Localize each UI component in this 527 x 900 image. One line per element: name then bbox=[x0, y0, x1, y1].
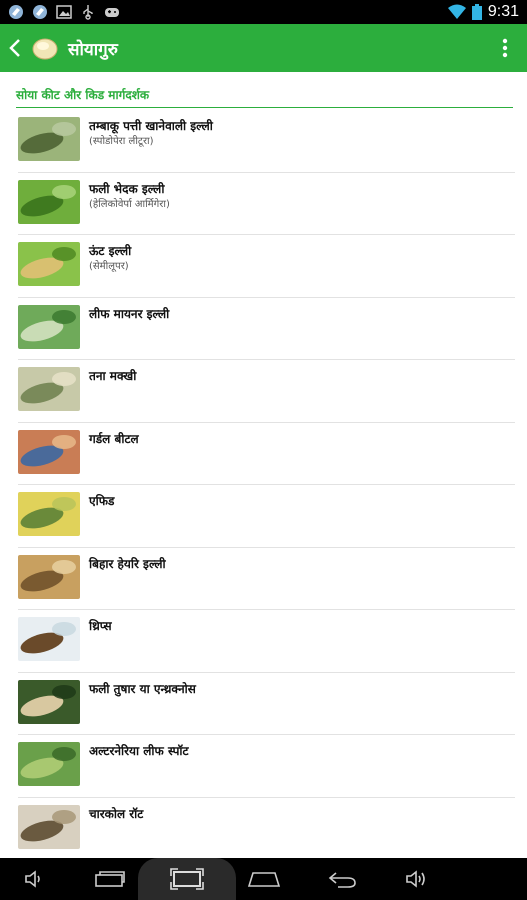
status-time: 9:31 bbox=[487, 3, 519, 20]
browser-icon bbox=[9, 5, 23, 19]
volume-down-icon bbox=[25, 870, 40, 888]
item-title: तना मक्खी bbox=[89, 369, 137, 383]
volume-up-icon bbox=[406, 870, 425, 888]
item-title: तम्बाकू पत्ती खानेवाली इल्ली bbox=[89, 119, 213, 133]
usb-icon bbox=[83, 5, 93, 20]
list-item[interactable]: तना मक्खी bbox=[18, 360, 515, 423]
list-item[interactable]: थ्रिप्स bbox=[18, 610, 515, 673]
section-header: सोया कीट और किड मार्गदर्शक bbox=[16, 86, 513, 108]
back-arrow-icon bbox=[9, 39, 20, 57]
item-title: लीफ मायनर इल्ली bbox=[89, 306, 170, 321]
battery-icon bbox=[471, 4, 482, 20]
item-title: गर्डल बीटल bbox=[89, 431, 139, 446]
list-item[interactable]: तम्बाकू पत्ती खानेवाली इल्ली (स्पोडोपेरा … bbox=[18, 110, 515, 173]
system-nav-bar bbox=[0, 858, 527, 900]
back-button[interactable] bbox=[4, 24, 26, 72]
item-title: थ्रिप्स bbox=[89, 619, 112, 633]
item-thumbnail bbox=[18, 554, 80, 599]
status-bar: 9:31 bbox=[0, 0, 527, 24]
overflow-menu-icon bbox=[502, 38, 508, 58]
item-title: अल्टरनेरिया लीफ स्पॉट bbox=[89, 744, 189, 758]
item-thumbnail bbox=[18, 242, 80, 286]
item-thumbnail bbox=[18, 367, 80, 411]
item-title: चारकोल रॉट bbox=[89, 806, 144, 821]
item-title: फली तुषार या एन्थ्रक्नोस bbox=[89, 681, 196, 696]
gamepad-icon bbox=[105, 8, 119, 17]
list-item[interactable]: चारकोल रॉट bbox=[18, 798, 515, 859]
item-thumbnail bbox=[18, 617, 80, 661]
wifi-icon bbox=[447, 4, 466, 19]
app-bar: सोयागुरु bbox=[0, 24, 527, 72]
content-area: सोया कीट और किड मार्गदर्शक तम्बाकू पत्ती… bbox=[0, 72, 527, 858]
home-icon bbox=[247, 872, 281, 887]
item-subtitle: (सेमीलूपर) bbox=[89, 261, 129, 272]
list-item[interactable]: लीफ मायनर इल्ली bbox=[18, 298, 515, 360]
list-item[interactable]: बिहार हेयरि इल्ली bbox=[18, 548, 515, 610]
app-title: सोयागुरु bbox=[68, 39, 118, 60]
collapse-button[interactable] bbox=[92, 858, 128, 900]
list-item[interactable]: फली भेदक इल्ली (हेलिकोवेर्पा आर्मिगेरा) bbox=[18, 173, 515, 235]
list-item[interactable]: एफिड bbox=[18, 485, 515, 548]
item-title: फली भेदक इल्ली bbox=[89, 181, 165, 196]
pest-list: तम्बाकू पत्ती खानेवाली इल्ली (स्पोडोपेरा … bbox=[18, 110, 515, 858]
item-thumbnail bbox=[18, 304, 80, 349]
item-title: एफिड bbox=[89, 494, 115, 508]
recent-apps-icon bbox=[170, 868, 204, 890]
volume-down-button[interactable] bbox=[20, 858, 50, 900]
item-thumbnail bbox=[18, 117, 80, 161]
list-item[interactable]: फली तुषार या एन्थ्रक्नोस bbox=[18, 673, 515, 735]
item-thumbnail bbox=[18, 804, 80, 849]
overflow-menu-button[interactable] bbox=[493, 24, 517, 72]
item-thumbnail bbox=[18, 429, 80, 474]
list-item[interactable]: गर्डल बीटल bbox=[18, 423, 515, 485]
item-subtitle: (हेलिकोवेर्पा आर्मिगेरा) bbox=[89, 198, 170, 210]
list-item[interactable]: ऊंट इल्ली (सेमीलूपर) bbox=[18, 235, 515, 298]
soybean-logo-icon bbox=[32, 38, 58, 60]
item-thumbnail bbox=[18, 742, 80, 786]
back-button-nav[interactable] bbox=[324, 858, 360, 900]
item-thumbnail bbox=[18, 179, 80, 224]
item-thumbnail bbox=[18, 679, 80, 724]
volume-up-button[interactable] bbox=[400, 858, 436, 900]
back-nav-icon bbox=[95, 871, 125, 887]
item-thumbnail bbox=[18, 492, 80, 536]
browser-icon bbox=[33, 5, 47, 19]
item-subtitle: (स्पोडोपेरा लीटूरा) bbox=[89, 136, 154, 147]
list-item[interactable]: अल्टरनेरिया लीफ स्पॉट bbox=[18, 735, 515, 798]
image-icon bbox=[56, 5, 72, 19]
back-nav-icon bbox=[328, 872, 356, 888]
recent-apps-button[interactable] bbox=[138, 858, 236, 900]
item-title: ऊंट इल्ली bbox=[89, 244, 132, 258]
home-button[interactable] bbox=[246, 858, 282, 900]
item-title: बिहार हेयरि इल्ली bbox=[89, 556, 166, 571]
